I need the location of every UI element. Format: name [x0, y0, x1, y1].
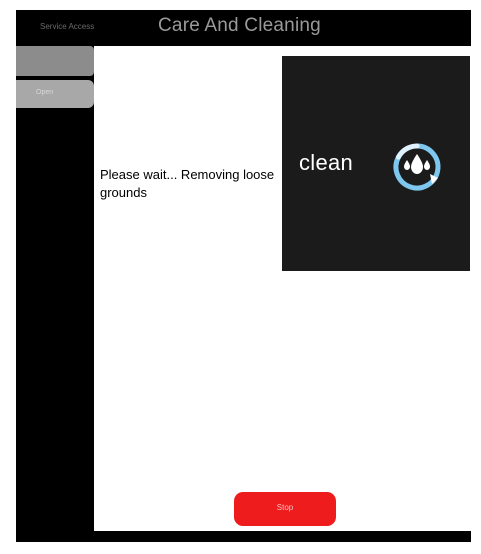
sidebar-tab-label: Open — [36, 89, 54, 96]
clean-label: clean — [299, 150, 354, 175]
header-bar: Service Access Care And Cleaning — [16, 10, 471, 46]
sidebar-tab-blank[interactable] — [16, 46, 94, 76]
main-content: Please wait... Removing loose grounds cl… — [94, 46, 471, 531]
stop-button[interactable]: Stop — [234, 492, 336, 526]
stop-button-label: Stop — [276, 503, 294, 512]
service-access-link[interactable]: Service Access — [40, 22, 94, 31]
status-message: Please wait... Removing loose grounds — [100, 167, 275, 200]
sidebar: Open — [16, 46, 94, 542]
device-screen: Service Access Care And Cleaning Open Pl… — [16, 10, 471, 542]
page-title: Care And Cleaning — [158, 15, 321, 36]
clean-water-drops-icon — [393, 143, 441, 191]
clean-image-panel: clean — [282, 56, 470, 271]
sidebar-tab-open[interactable]: Open — [16, 80, 94, 108]
